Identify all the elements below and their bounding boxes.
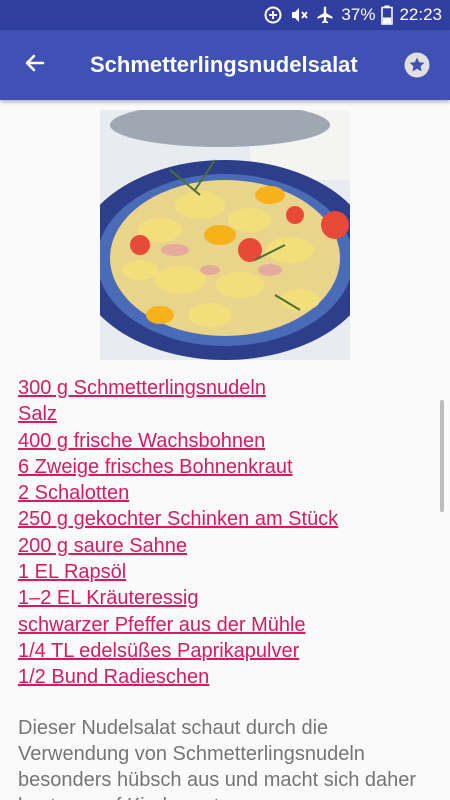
arrow-left-icon <box>23 51 47 80</box>
ingredient-link[interactable]: 250 g gekochter Schinken am Stück <box>18 506 438 532</box>
ingredient-link[interactable]: 2 Schalotten <box>18 480 438 506</box>
ingredient-link[interactable]: Salz <box>18 401 438 427</box>
ingredient-link[interactable]: 1 EL Rapsöl <box>18 559 438 585</box>
ingredient-link[interactable]: 6 Zweige frisches Bohnenkraut <box>18 454 438 480</box>
battery-icon <box>381 0 394 30</box>
favorite-button[interactable] <box>404 52 430 78</box>
mute-icon <box>289 0 309 30</box>
ingredient-list: 300 g Schmetterlingsnudeln Salz 400 g fr… <box>18 375 438 691</box>
battery-percent: 37% <box>341 5 376 24</box>
data-saver-icon <box>263 0 283 30</box>
status-bar: 37% 22:23 <box>0 0 450 30</box>
app-bar: Schmetterlingsnudelsalat <box>0 30 450 100</box>
recipe-photo <box>100 110 350 360</box>
recipe-content[interactable]: 300 g Schmetterlingsnudeln Salz 400 g fr… <box>0 100 450 800</box>
clock: 22:23 <box>399 5 442 24</box>
page-title: Schmetterlingsnudelsalat <box>90 52 358 77</box>
recipe-description: Dieser Nudelsalat schaut durch die Verwe… <box>18 717 417 800</box>
scrollbar[interactable] <box>440 400 444 512</box>
ingredient-link[interactable]: 200 g saure Sahne <box>18 533 438 559</box>
ingredient-link[interactable]: 300 g Schmetterlingsnudeln <box>18 375 438 401</box>
ingredient-link[interactable]: 400 g frische Wachsbohnen <box>18 428 438 454</box>
ingredient-link[interactable]: schwarzer Pfeffer aus der Mühle <box>18 612 438 638</box>
ingredient-link[interactable]: 1/4 TL edelsüßes Paprikapulver <box>18 638 438 664</box>
star-icon <box>404 52 430 82</box>
ingredient-link[interactable]: 1–2 EL Kräuteressig <box>18 585 438 611</box>
airplane-mode-icon <box>315 0 335 30</box>
ingredient-link[interactable]: 1/2 Bund Radieschen <box>18 664 438 690</box>
back-button[interactable] <box>0 30 70 100</box>
